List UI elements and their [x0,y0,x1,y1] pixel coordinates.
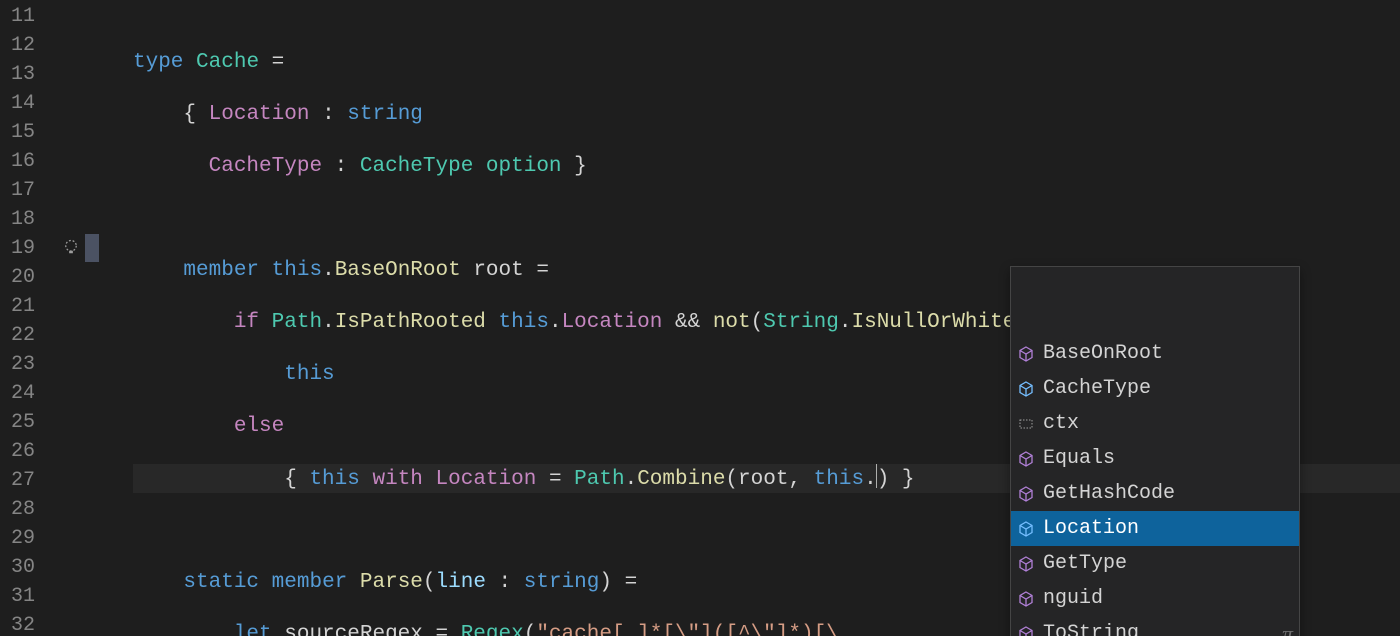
method-icon [1017,590,1035,608]
suggestion-label: Location [1043,517,1139,540]
line-number: 24 [0,379,85,408]
suggestion-label: nguid [1043,587,1103,610]
suggestion-item[interactable]: Location [1011,511,1299,546]
line-number: 28 [0,495,85,524]
type-name: Cache [196,51,259,74]
suggestion-label: Equals [1043,447,1115,470]
line-number: 16 [0,147,85,176]
variable-icon [1017,415,1035,433]
suggestion-item[interactable]: nguid [1011,581,1299,616]
line-number: 17 [0,176,85,205]
property-icon [1017,380,1035,398]
method-icon [1017,625,1035,636]
suggestion-item[interactable]: GetType [1011,546,1299,581]
suggestion-item[interactable]: CacheType [1011,371,1299,406]
suggestion-label: BaseOnRoot [1043,342,1163,365]
suggestion-item[interactable]: BaseOnRoot [1011,336,1299,371]
intellisense-popup[interactable]: π BaseOnRoot CacheType ctx Equals GetHashCod… [1010,266,1300,636]
method-icon [1017,450,1035,468]
method-icon [1017,345,1035,363]
line-number: 15 [0,118,85,147]
code-editor[interactable]: 1112131415161718192021222324252627282930… [0,0,1400,636]
suggestion-label: GetType [1043,552,1127,575]
line-number: 18 [0,205,85,234]
record-field: Location [209,103,310,126]
line-number: 22 [0,321,85,350]
line-number: 32 [0,611,85,636]
suggestion-label: ctx [1043,412,1079,435]
line-number: 19 [0,234,85,263]
suggestion-item[interactable]: ToString [1011,616,1299,636]
line-number: 13 [0,60,85,89]
line-number: 23 [0,350,85,379]
line-number: 26 [0,437,85,466]
code-area[interactable]: type Cache = { Location : string CacheTy… [133,0,1400,636]
line-number: 30 [0,553,85,582]
property-icon [1017,520,1035,538]
line-number: 25 [0,408,85,437]
lightbulb-icon[interactable] [59,237,81,259]
suggestion-label: CacheType [1043,377,1151,400]
line-number: 20 [0,263,85,292]
suggestion-label: GetHashCode [1043,482,1175,505]
line-number-gutter: 1112131415161718192021222324252627282930… [0,0,85,636]
glyph-margin [85,0,133,636]
member-name: BaseOnRoot [335,259,461,282]
line-marker [85,234,99,262]
record-field: CacheType [209,155,322,178]
pin-icon[interactable]: π [1282,621,1293,636]
method-icon [1017,555,1035,573]
suggestion-item[interactable]: Equals [1011,441,1299,476]
line-number: 31 [0,582,85,611]
line-number: 12 [0,31,85,60]
line-number: 29 [0,524,85,553]
suggestion-item[interactable]: ctx [1011,406,1299,441]
line-number: 21 [0,292,85,321]
method-icon [1017,485,1035,503]
keyword-type: type [133,51,183,74]
suggestion-label: ToString [1043,622,1139,636]
line-number: 14 [0,89,85,118]
line-number: 11 [0,2,85,31]
suggestion-item[interactable]: GetHashCode [1011,476,1299,511]
line-number: 27 [0,466,85,495]
